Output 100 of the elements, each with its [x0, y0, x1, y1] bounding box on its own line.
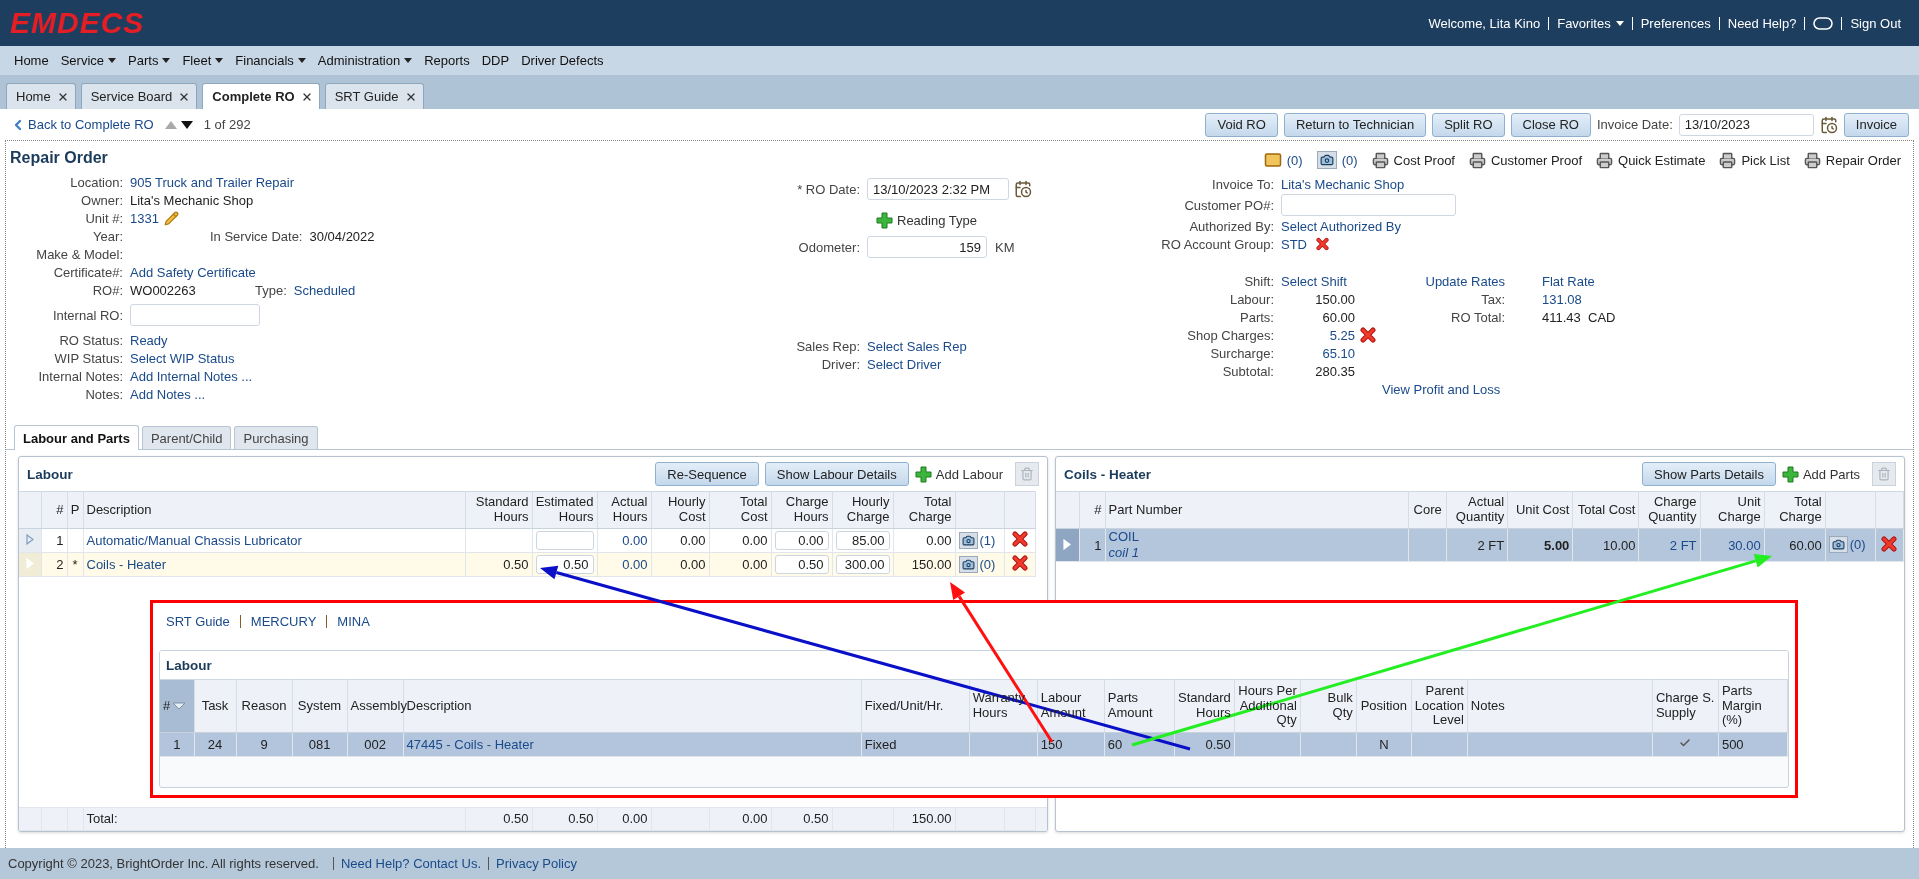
- cell-input[interactable]: [535, 531, 594, 550]
- section-tab[interactable]: Labour and Parts: [14, 425, 139, 450]
- action-button[interactable]: Void RO: [1205, 112, 1278, 137]
- document-link[interactable]: Quick Estimate: [1596, 151, 1706, 169]
- footer-link[interactable]: Privacy Policy: [488, 857, 584, 870]
- panel-button[interactable]: Re-Sequence: [655, 462, 759, 486]
- field-link[interactable]: STD: [1281, 236, 1307, 252]
- section-tab[interactable]: Purchasing: [234, 426, 318, 449]
- page-tab[interactable]: Service Board: [80, 83, 198, 109]
- guide-link[interactable]: MERCURY: [239, 615, 327, 628]
- input-field[interactable]: [1281, 194, 1456, 216]
- total-cell: 0.50: [532, 807, 597, 831]
- menu-item[interactable]: Financials: [229, 53, 312, 68]
- menu-item[interactable]: Home: [8, 53, 55, 68]
- photos-link[interactable]: (0): [1828, 536, 1866, 553]
- header-link[interactable]: Preferences: [1631, 16, 1719, 30]
- document-link[interactable]: (0): [1316, 151, 1358, 169]
- invoice-date-field[interactable]: 13/10/2023: [1678, 113, 1814, 136]
- delete-icon[interactable]: [1881, 535, 1898, 552]
- document-link[interactable]: (0): [1263, 151, 1303, 169]
- back-link[interactable]: Back to Complete RO: [10, 116, 154, 133]
- header-link[interactable]: Sign Out: [1841, 16, 1909, 30]
- field-link[interactable]: Select Driver: [867, 356, 942, 372]
- table-row[interactable]: 2 * Coils - Heater 0.50 0.50 0.00 0.00 0.00 0.50 300.00 150.00 (0): [19, 552, 1035, 577]
- reading-type-link[interactable]: Reading Type: [876, 211, 977, 229]
- add-labour-link[interactable]: Add Labour: [914, 465, 1003, 483]
- cell-input[interactable]: 0.50: [774, 555, 829, 574]
- document-link[interactable]: Pick List: [1719, 151, 1790, 169]
- header-menu[interactable]: Favorites: [1548, 16, 1632, 30]
- photos-link[interactable]: (1): [958, 531, 996, 549]
- part-description-link[interactable]: coil 1: [1108, 545, 1406, 561]
- cell-input[interactable]: 300.00: [835, 555, 890, 574]
- amount-link[interactable]: Select Shift: [1281, 273, 1355, 289]
- input-field[interactable]: [130, 304, 260, 326]
- row-link[interactable]: 47445 - Coils - Heater: [406, 736, 534, 752]
- guide-link[interactable]: MINA: [326, 615, 380, 628]
- field-link[interactable]: Select Authorized By: [1281, 218, 1401, 234]
- menu-item[interactable]: Fleet: [176, 53, 230, 68]
- section-tab[interactable]: Parent/Child: [141, 426, 232, 449]
- field-link[interactable]: Add Safety Certificate: [130, 264, 256, 280]
- menu-item[interactable]: DDP: [475, 53, 516, 68]
- field-link[interactable]: Add Notes ...: [130, 386, 206, 402]
- table-row[interactable]: 1 24 9 081 002 47445 - Coils - Heater Fixed 150 60 0.50 N 500: [160, 732, 1788, 757]
- menu-item[interactable]: Administration: [311, 53, 419, 68]
- menu-item[interactable]: Parts: [122, 53, 177, 68]
- menu-item[interactable]: Service: [54, 53, 123, 68]
- guide-link[interactable]: SRT Guide: [156, 615, 240, 628]
- update-rates-link[interactable]: Update Rates: [1377, 273, 1505, 289]
- odometer-field[interactable]: 159: [867, 236, 987, 258]
- pencil-icon[interactable]: [163, 210, 179, 226]
- field-label: Unit #:: [84, 210, 123, 226]
- cell-input[interactable]: 0.00: [774, 531, 829, 550]
- field-link[interactable]: 1331: [130, 210, 159, 226]
- field-link[interactable]: Select WIP Status: [130, 350, 235, 366]
- field-link[interactable]: Scheduled: [293, 282, 356, 298]
- column-header: Estimated Hours: [532, 491, 597, 529]
- document-link[interactable]: Repair Order: [1803, 151, 1901, 169]
- action-button[interactable]: Split RO: [1432, 112, 1505, 137]
- panel-button[interactable]: Show Parts Details: [1642, 462, 1776, 486]
- cell-input[interactable]: 85.00: [835, 531, 890, 550]
- toggle-icon[interactable]: [1813, 16, 1834, 30]
- field-link[interactable]: Ready: [130, 332, 168, 348]
- menu-item[interactable]: Reports: [418, 53, 476, 68]
- delete-icon[interactable]: [1360, 327, 1376, 343]
- invoice-button[interactable]: Invoice: [1843, 112, 1909, 137]
- action-button[interactable]: Close RO: [1510, 112, 1591, 137]
- flat-rate-link[interactable]: Flat Rate: [1542, 273, 1595, 289]
- photos-link[interactable]: (0): [958, 555, 996, 573]
- amount-link[interactable]: 131.08: [1542, 291, 1582, 307]
- field-link[interactable]: Add Internal Notes ...: [130, 368, 253, 384]
- page-tab[interactable]: SRT Guide: [324, 83, 424, 109]
- delete-icon[interactable]: [1011, 531, 1028, 547]
- field-link[interactable]: Select Sales Rep: [867, 338, 967, 354]
- field-link[interactable]: Lita's Mechanic Shop: [1281, 176, 1405, 192]
- profit-loss-link[interactable]: View Profit and Loss: [1382, 381, 1501, 397]
- row-link[interactable]: Coils - Heater: [86, 556, 166, 572]
- part-link[interactable]: COIL: [1108, 529, 1406, 545]
- delete-icon[interactable]: [1011, 555, 1028, 571]
- header-link[interactable]: Need Help?: [1718, 16, 1805, 30]
- document-link[interactable]: Customer Proof: [1469, 151, 1583, 169]
- table-row[interactable]: 1 Automatic/Manual Chassis Lubricator 0.00 0.00 0.00 0.00 85.00 0.00 (1): [19, 528, 1035, 553]
- footer-link[interactable]: Need Help? Contact Us.: [332, 857, 489, 870]
- down-arrow-icon[interactable]: [179, 119, 194, 130]
- calendar-icon[interactable]: [1819, 115, 1838, 134]
- document-link[interactable]: Cost Proof: [1371, 151, 1455, 169]
- delete-icon[interactable]: [1316, 236, 1329, 252]
- row-link[interactable]: Automatic/Manual Chassis Lubricator: [86, 532, 302, 548]
- page-tab[interactable]: Complete RO: [202, 83, 320, 109]
- panel-button[interactable]: Show Labour Details: [764, 462, 909, 486]
- add-parts-link[interactable]: Add Parts: [1781, 465, 1860, 483]
- calendar-icon[interactable]: [1014, 180, 1032, 198]
- page-tab[interactable]: Home: [6, 83, 76, 109]
- field-link[interactable]: 905 Truck and Trailer Repair: [130, 174, 295, 190]
- amount-link[interactable]: 65.10: [1281, 345, 1355, 361]
- action-button[interactable]: Return to Technician: [1283, 112, 1427, 137]
- expand-icon[interactable]: [25, 534, 34, 545]
- menu-item[interactable]: Driver Defects: [515, 53, 610, 68]
- amount-link[interactable]: 5.25: [1281, 327, 1355, 343]
- ro-date-field[interactable]: 13/10/2023 2:32 PM: [867, 178, 1009, 200]
- sort-icon[interactable]: [172, 702, 186, 710]
